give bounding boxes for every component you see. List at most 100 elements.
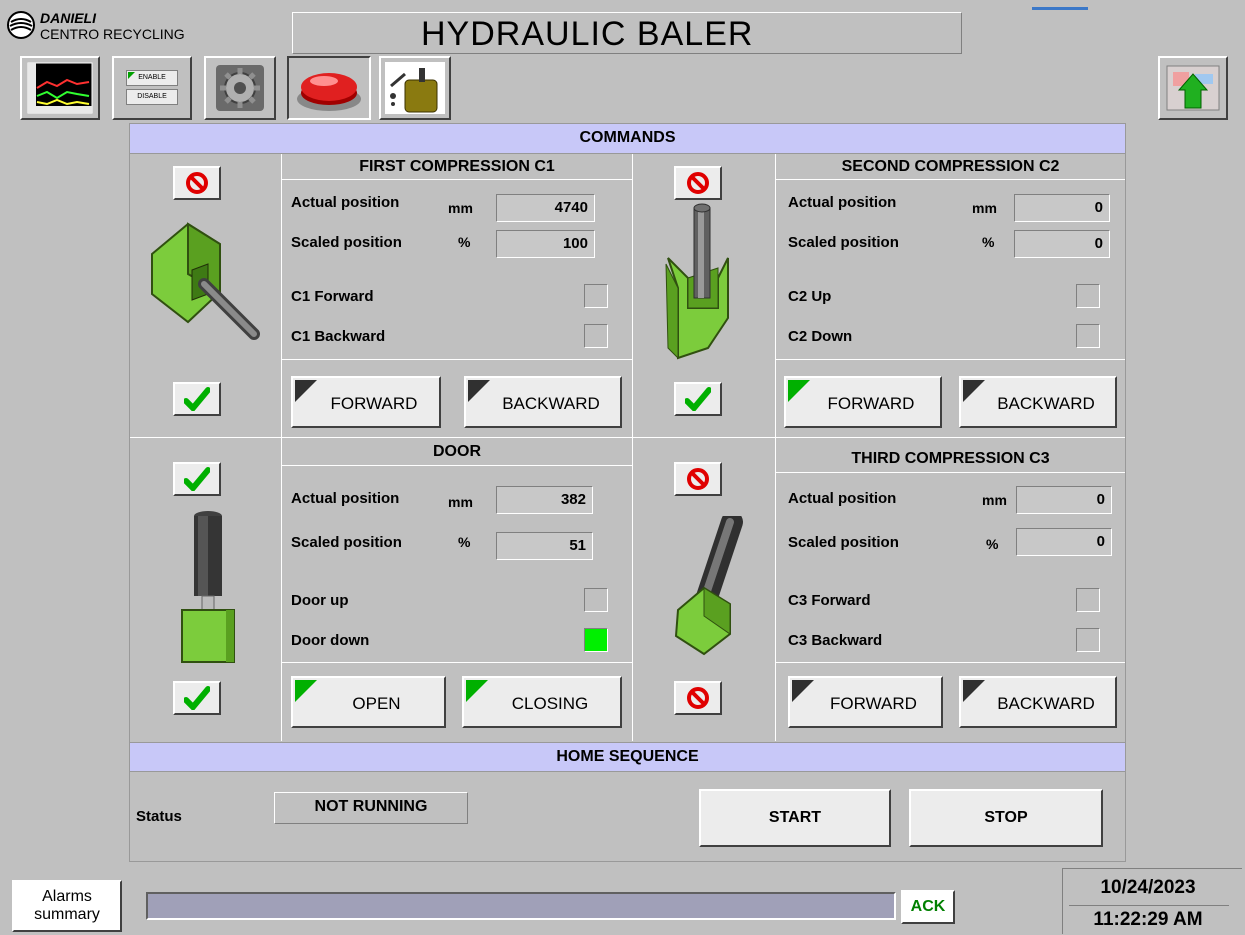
door-enable-bottom-button[interactable]	[173, 681, 221, 715]
door-open-indicator	[295, 680, 317, 702]
enable-disable-button[interactable]: ENABLE DISABLE	[112, 56, 192, 120]
c1-scaled-label: Scaled position	[291, 234, 402, 251]
c1-backward-indicator	[468, 380, 490, 402]
door-open-button[interactable]: OPEN	[291, 676, 446, 728]
c2-down-led	[1076, 324, 1100, 348]
c2-backward-button[interactable]: BACKWARD	[959, 376, 1117, 428]
c3-forward-button[interactable]: FORWARD	[788, 676, 943, 728]
home-stop-button-label: STOP	[984, 809, 1028, 826]
date-time-display: 10/24/2023 11:22:29 AM	[1062, 868, 1242, 934]
disabled-icon	[687, 172, 709, 194]
lubrication-button[interactable]	[379, 56, 451, 120]
door-down-label: Door down	[291, 632, 370, 649]
c2-enable-button[interactable]	[674, 382, 722, 416]
red-button-icon	[297, 73, 361, 111]
c2-disable-button[interactable]	[674, 166, 722, 200]
c3-disable-top-button[interactable]	[674, 462, 722, 496]
door-scaled-unit: %	[458, 534, 471, 550]
door-closing-button-label: CLOSING	[511, 694, 589, 713]
c1-actual-unit: mm	[448, 200, 473, 216]
door-scaled-value: 51	[496, 532, 593, 560]
emergency-stop-button[interactable]	[287, 56, 371, 120]
exit-button[interactable]	[1158, 56, 1228, 120]
door-actual-label: Actual position	[291, 490, 400, 507]
divider	[776, 359, 1125, 360]
door-up-label: Door up	[291, 592, 349, 609]
header-accent-line	[1032, 7, 1088, 10]
door-title: DOOR	[282, 438, 632, 466]
enable-indicator	[128, 72, 135, 79]
divider	[1069, 905, 1229, 906]
home-stop-button[interactable]: STOP	[909, 789, 1103, 847]
checkmark-icon	[184, 467, 210, 491]
c1-compression-diagram	[151, 222, 260, 340]
divider	[282, 662, 632, 663]
c3-forward-led	[1076, 588, 1100, 612]
door-down-led	[584, 628, 608, 652]
c1-backward-button-label: BACKWARD	[502, 394, 600, 413]
c3-title: THIRD COMPRESSION C3	[776, 445, 1125, 473]
c1-backward-button[interactable]: BACKWARD	[464, 376, 622, 428]
c3-forward-label: C3 Forward	[788, 592, 871, 609]
exit-arrow-icon	[1166, 65, 1220, 111]
c2-forward-button[interactable]: FORWARD	[784, 376, 942, 428]
trend-chart-icon	[27, 62, 93, 114]
company-logo: DANIELI CENTRO RECYCLING	[6, 8, 206, 50]
c1-forward-indicator	[295, 380, 317, 402]
c2-up-label: C2 Up	[788, 288, 832, 305]
c2-actual-value: 0	[1014, 194, 1110, 222]
c1-backward-label: C1 Backward	[291, 328, 386, 345]
c2-down-label: C2 Down	[788, 328, 853, 345]
c1-actual-value: 4740	[496, 194, 595, 222]
oil-can-icon	[385, 62, 445, 114]
door-open-button-label: OPEN	[352, 694, 401, 713]
door-diagram	[181, 511, 235, 663]
c3-disable-bottom-button[interactable]	[674, 681, 722, 715]
enable-label-box: ENABLE	[126, 70, 178, 86]
c3-backward-button-label: BACKWARD	[997, 694, 1095, 713]
c3-scaled-unit: %	[986, 536, 999, 552]
c1-title: FIRST COMPRESSION C1	[282, 154, 632, 180]
brand-name: DANIELI	[40, 10, 96, 26]
c1-scaled-value: 100	[496, 230, 595, 258]
divider	[282, 359, 632, 360]
door-closing-button[interactable]: CLOSING	[462, 676, 622, 728]
ack-button[interactable]: ACK	[901, 890, 955, 924]
c2-title: SECOND COMPRESSION C2	[776, 154, 1125, 180]
alarms-summary-button[interactable]: Alarms summary	[12, 880, 122, 932]
c2-scaled-value: 0	[1014, 230, 1110, 258]
enable-disable-icon: ENABLE DISABLE	[122, 66, 182, 110]
door-enable-top-button[interactable]	[173, 462, 221, 496]
c1-enable-button[interactable]	[173, 382, 221, 416]
disable-label: DISABLE	[137, 93, 167, 100]
home-sequence-header: HOME SEQUENCE	[130, 742, 1125, 772]
enable-label: ENABLE	[138, 74, 166, 81]
trend-button[interactable]	[20, 56, 100, 120]
c1-forward-button-label: FORWARD	[330, 394, 418, 413]
c3-actual-value: 0	[1016, 486, 1112, 514]
c2-scaled-label: Scaled position	[788, 234, 899, 251]
c2-scaled-unit: %	[982, 234, 995, 250]
c2-backward-indicator	[963, 380, 985, 402]
home-status-label: Status	[136, 808, 182, 825]
c2-forward-button-label: FORWARD	[827, 394, 915, 413]
c3-backward-button[interactable]: BACKWARD	[959, 676, 1117, 728]
danieli-logo-icon	[7, 11, 35, 39]
checkmark-icon	[184, 387, 210, 411]
c1-forward-button[interactable]: FORWARD	[291, 376, 441, 428]
c3-backward-indicator	[963, 680, 985, 702]
settings-button[interactable]	[204, 56, 276, 120]
door-actual-value: 382	[496, 486, 593, 514]
page-title: HYDRAULIC BALER	[421, 15, 754, 53]
home-start-button[interactable]: START	[699, 789, 891, 847]
c3-backward-label: C3 Backward	[788, 632, 883, 649]
disabled-icon	[687, 468, 709, 490]
disable-label-box: DISABLE	[126, 89, 178, 105]
c3-actual-unit: mm	[982, 492, 1007, 508]
current-time: 11:22:29 AM	[1093, 909, 1203, 930]
c1-disable-button[interactable]	[173, 166, 221, 200]
c1-scaled-unit: %	[458, 234, 471, 250]
c3-forward-button-label: FORWARD	[830, 694, 917, 713]
c2-compression-diagram	[665, 203, 729, 360]
divider	[776, 662, 1125, 663]
